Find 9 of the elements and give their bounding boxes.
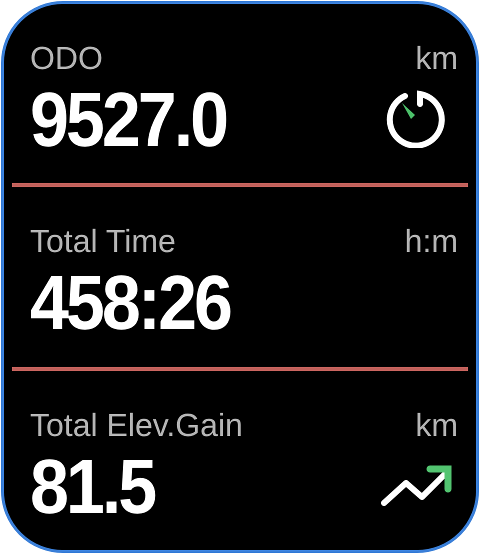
unit-label: km	[415, 406, 458, 444]
metric-value: 9527.0	[30, 81, 226, 158]
metric-value: 458:26	[30, 264, 230, 342]
metric-label: ODO	[30, 40, 103, 77]
unit-label: km	[415, 40, 458, 77]
unit-label: h:m	[404, 223, 458, 260]
metric-value: 81.5	[30, 448, 154, 525]
metric-label: Total Time	[30, 223, 176, 260]
metric-label: Total Elev.Gain	[30, 406, 243, 444]
